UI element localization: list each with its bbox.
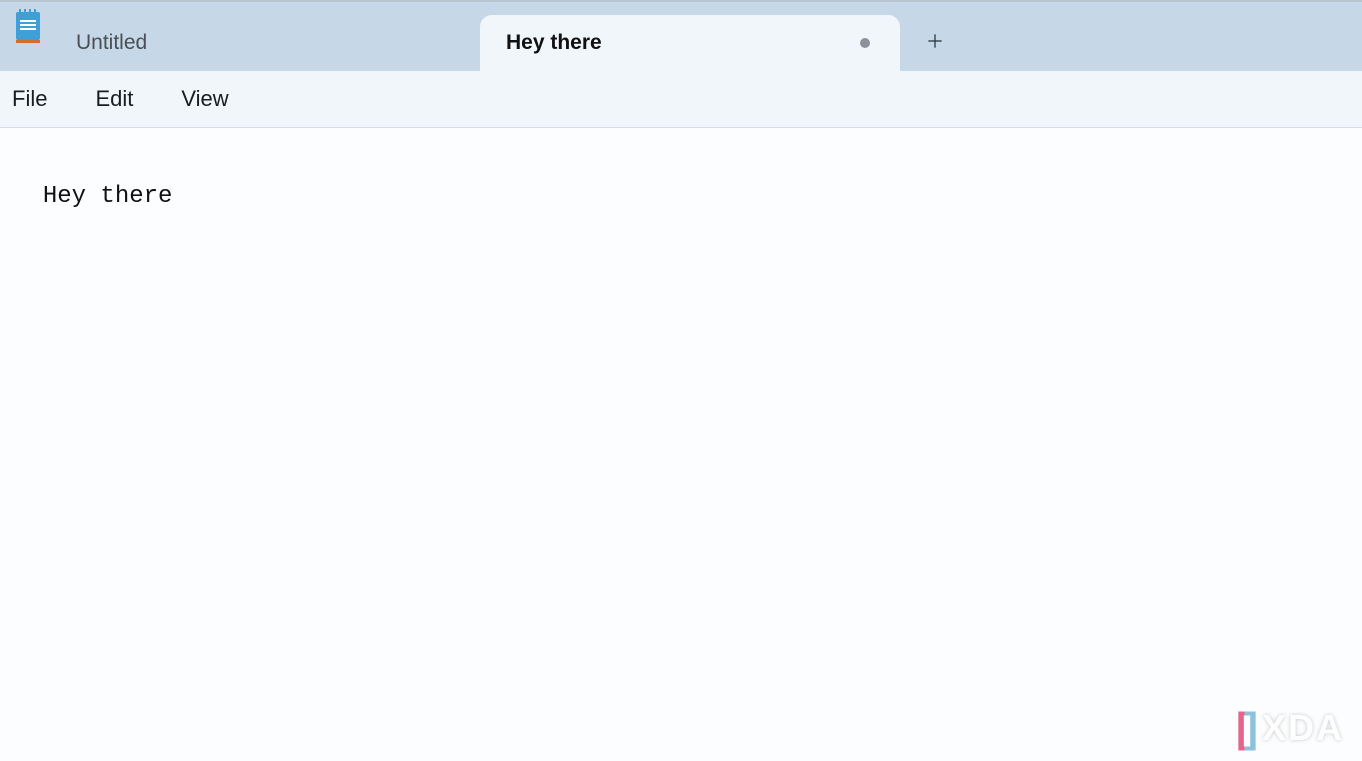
unsaved-indicator-icon <box>860 38 870 48</box>
menu-view[interactable]: View <box>179 80 254 118</box>
notepad-app-icon <box>16 12 40 40</box>
new-tab-button[interactable] <box>900 15 970 71</box>
tab-untitled[interactable]: Untitled <box>50 15 480 71</box>
tab-hey-there[interactable]: Hey there <box>480 15 900 71</box>
editor-content: Hey there <box>43 183 173 210</box>
menu-edit[interactable]: Edit <box>93 80 159 118</box>
title-bar: Untitled Hey there <box>0 2 1362 71</box>
bracket-right-icon: ] <box>1244 707 1258 749</box>
tab-label: Untitled <box>76 31 458 55</box>
xda-watermark: [ ] XDA <box>1236 707 1344 749</box>
watermark-text: XDA <box>1262 707 1344 749</box>
tab-label: Hey there <box>506 31 860 55</box>
bracket-left-icon: [ <box>1236 707 1250 749</box>
menu-file[interactable]: File <box>10 80 73 118</box>
menu-bar: File Edit View <box>0 71 1362 128</box>
text-editor[interactable]: Hey there [ ] XDA <box>0 128 1362 761</box>
plus-icon <box>925 31 945 56</box>
